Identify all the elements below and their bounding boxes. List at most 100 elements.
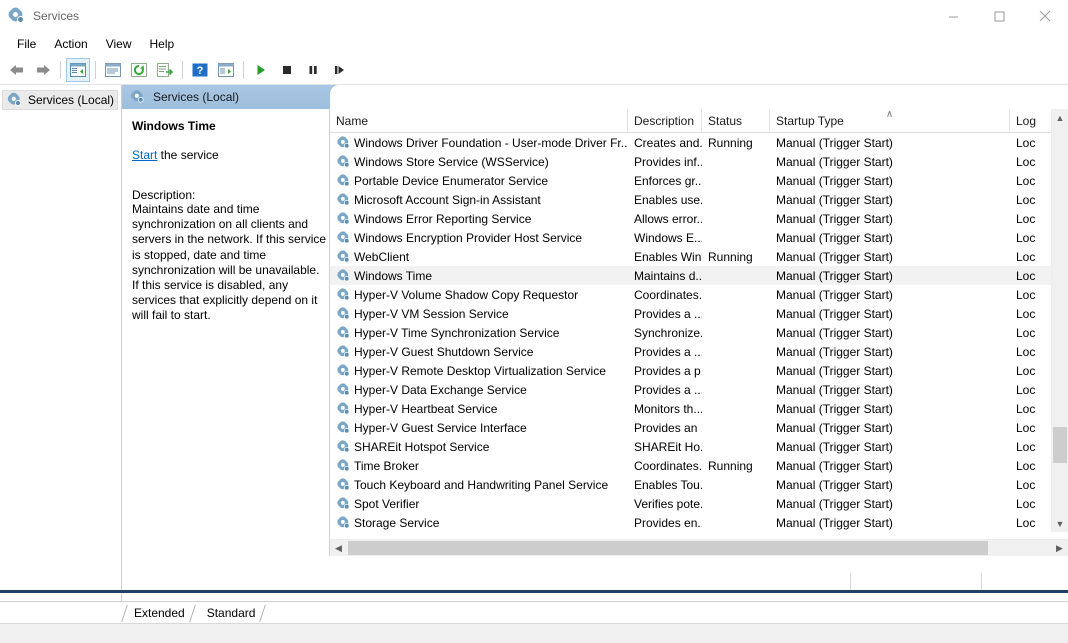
table-row[interactable]: Hyper-V Time Synchronization ServiceSync… <box>330 323 1068 342</box>
table-row[interactable]: Hyper-V Guest Shutdown ServiceProvides a… <box>330 342 1068 361</box>
cell-log-on-as: Loc <box>1010 212 1044 226</box>
table-row[interactable]: Windows Encryption Provider Host Service… <box>330 228 1068 247</box>
cell-description: Enforces gr... <box>628 174 702 188</box>
stop-icon[interactable] <box>275 58 299 82</box>
table-row[interactable]: Hyper-V Remote Desktop Virtualization Se… <box>330 361 1068 380</box>
properties-icon[interactable] <box>101 58 125 82</box>
cell-log-on-as: Loc <box>1010 345 1044 359</box>
table-row[interactable]: Hyper-V Volume Shadow Copy RequestorCoor… <box>330 285 1068 304</box>
cell-startup-type: Manual (Trigger Start) <box>770 326 1010 340</box>
menu-view[interactable]: View <box>97 34 141 54</box>
cell-service-name: Touch Keyboard and Handwriting Panel Ser… <box>330 477 628 493</box>
table-row[interactable]: Hyper-V Data Exchange ServiceProvides a … <box>330 380 1068 399</box>
menu-file[interactable]: File <box>8 34 45 54</box>
menu-help[interactable]: Help <box>141 34 184 54</box>
horizontal-scrollbar[interactable]: ◀ ▶ <box>330 539 1068 556</box>
console-tree-icon[interactable] <box>66 58 90 82</box>
service-gear-icon <box>338 193 350 205</box>
scroll-right-icon[interactable]: ▶ <box>1051 540 1068 556</box>
action-pane-icon[interactable] <box>214 58 238 82</box>
cell-description: Enables use... <box>628 193 702 207</box>
pause-icon[interactable] <box>301 58 325 82</box>
export-list-icon[interactable] <box>153 58 177 82</box>
close-icon[interactable] <box>1022 0 1068 32</box>
column-header-status[interactable]: Status <box>702 109 770 132</box>
services-gear-icon <box>8 93 22 107</box>
service-detail-pane: Windows Time Start the service Descripti… <box>122 109 330 556</box>
table-row[interactable]: Touch Keyboard and Handwriting Panel Ser… <box>330 475 1068 494</box>
main-body: Services (Local) Services (Local) Window… <box>0 85 1068 601</box>
cell-log-on-as: Loc <box>1010 497 1044 511</box>
scroll-up-icon[interactable]: ▲ <box>1052 109 1068 126</box>
console-tree-pane: Services (Local) <box>0 85 122 601</box>
forward-button[interactable] <box>31 58 55 82</box>
table-row[interactable]: Time BrokerCoordinates...RunningManual (… <box>330 456 1068 475</box>
table-row[interactable]: WebClientEnables Win...RunningManual (Tr… <box>330 247 1068 266</box>
detail-action-suffix: the service <box>157 148 218 162</box>
table-row[interactable]: Microsoft Account Sign-in AssistantEnabl… <box>330 190 1068 209</box>
service-name-label: SHAREit Hotspot Service <box>354 440 489 454</box>
service-gear-icon <box>338 136 350 148</box>
table-row[interactable]: Storage ServiceProvides en...Manual (Tri… <box>330 513 1068 532</box>
table-row[interactable]: Portable Device Enumerator ServiceEnforc… <box>330 171 1068 190</box>
table-row[interactable]: Hyper-V VM Session ServiceProvides a ...… <box>330 304 1068 323</box>
maximize-icon[interactable] <box>976 0 1022 32</box>
horizontal-scroll-thumb[interactable] <box>348 541 988 555</box>
vertical-scrollbar[interactable]: ▲ ▼ <box>1051 109 1068 532</box>
cell-log-on-as: Loc <box>1010 269 1044 283</box>
table-row[interactable]: Hyper-V Heartbeat ServiceMonitors th...M… <box>330 399 1068 418</box>
menu-action[interactable]: Action <box>45 34 96 54</box>
table-row[interactable]: SHAREit Hotspot ServiceSHAREit Ho...Manu… <box>330 437 1068 456</box>
cell-log-on-as: Loc <box>1010 231 1044 245</box>
status-bar-divider <box>850 573 851 590</box>
detail-description-text: Maintains date and time synchronization … <box>132 202 327 324</box>
service-gear-icon <box>338 459 350 471</box>
table-row[interactable]: Spot VerifierVerifies pote...Manual (Tri… <box>330 494 1068 513</box>
restart-icon[interactable] <box>327 58 351 82</box>
table-row[interactable]: Hyper-V Guest Service InterfaceProvides … <box>330 418 1068 437</box>
table-row[interactable]: Windows Error Reporting ServiceAllows er… <box>330 209 1068 228</box>
cell-description: Provides a ... <box>628 307 702 321</box>
content-header: Services (Local) <box>122 85 1068 109</box>
cell-service-name: WebClient <box>330 249 628 265</box>
column-header-startup-type[interactable]: Startup Type ∧ <box>770 109 1010 132</box>
service-name-label: Hyper-V Remote Desktop Virtualization Se… <box>354 364 606 378</box>
start-service-link[interactable]: Start <box>132 148 157 162</box>
cell-startup-type: Manual (Trigger Start) <box>770 250 1010 264</box>
cell-service-name: Time Broker <box>330 458 628 474</box>
cell-service-name: Hyper-V Remote Desktop Virtualization Se… <box>330 363 628 379</box>
refresh-icon[interactable] <box>127 58 151 82</box>
cell-description: Verifies pote... <box>628 497 702 511</box>
menu-bar: File Action View Help <box>0 32 1068 56</box>
column-header-description[interactable]: Description <box>628 109 702 132</box>
scroll-left-icon[interactable]: ◀ <box>330 540 347 556</box>
cell-description: Provides a p... <box>628 364 702 378</box>
back-button[interactable] <box>5 58 29 82</box>
cell-description: Synchronize... <box>628 326 702 340</box>
vertical-scroll-thumb[interactable] <box>1053 427 1067 463</box>
services-gear-icon <box>132 91 145 104</box>
table-row[interactable]: Windows Driver Foundation - User-mode Dr… <box>330 133 1068 152</box>
view-tabs: Extended Standard <box>0 601 1068 623</box>
content-header-label: Services (Local) <box>153 90 239 104</box>
help-icon[interactable]: ? <box>188 58 212 82</box>
play-icon[interactable] <box>249 58 273 82</box>
column-header-log-on-as[interactable]: Log <box>1010 109 1044 132</box>
cell-log-on-as: Loc <box>1010 459 1044 473</box>
services-list-pane: Name Description Status Startup Type ∧ L… <box>330 109 1068 556</box>
column-header-name[interactable]: Name <box>330 109 628 132</box>
table-row[interactable]: Windows TimeMaintains d...Manual (Trigge… <box>330 266 1068 285</box>
service-gear-icon <box>338 402 350 414</box>
cell-description: Coordinates... <box>628 459 702 473</box>
tree-item-services-local[interactable]: Services (Local) <box>2 90 118 110</box>
cell-startup-type: Manual (Trigger Start) <box>770 174 1010 188</box>
service-name-label: Hyper-V Guest Service Interface <box>354 421 527 435</box>
tab-standard[interactable]: Standard <box>195 603 266 623</box>
cell-log-on-as: Loc <box>1010 136 1044 150</box>
minimize-icon[interactable] <box>930 0 976 32</box>
cell-log-on-as: Loc <box>1010 174 1044 188</box>
scroll-down-icon[interactable]: ▼ <box>1052 515 1068 532</box>
status-bar <box>0 623 1068 643</box>
tab-extended[interactable]: Extended <box>122 603 195 623</box>
table-row[interactable]: Windows Store Service (WSService)Provide… <box>330 152 1068 171</box>
